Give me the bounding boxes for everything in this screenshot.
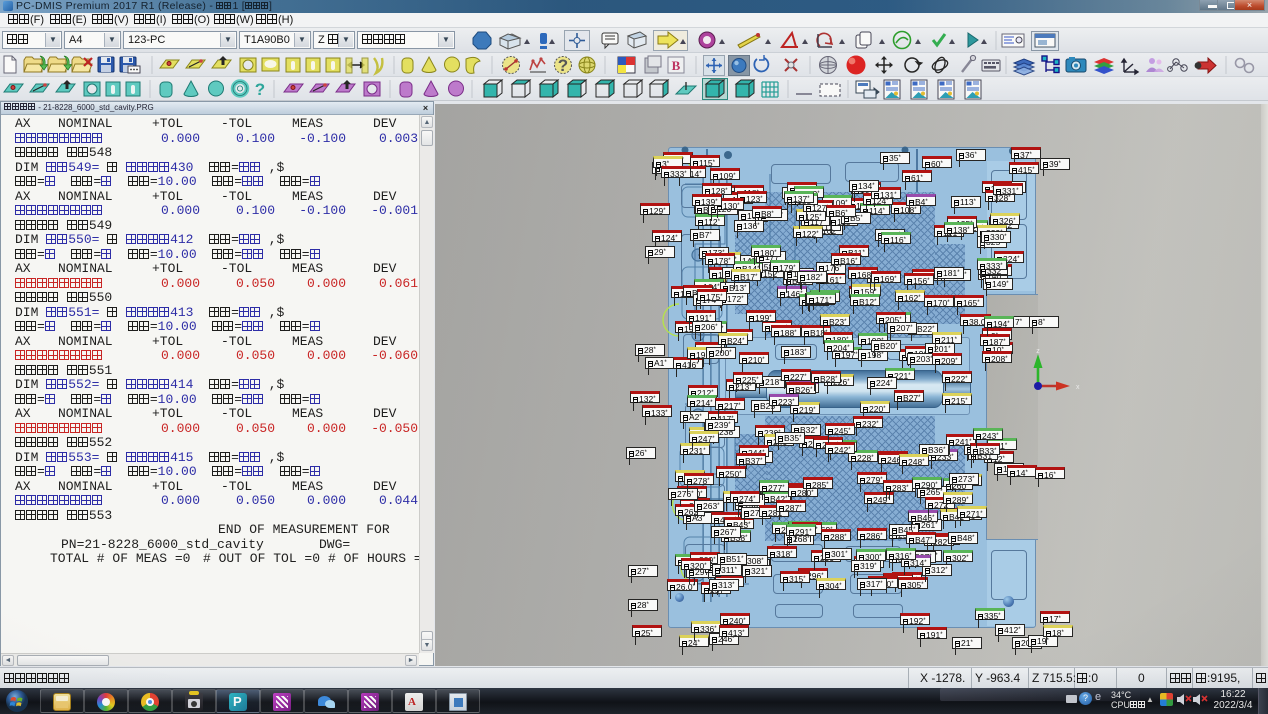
- svg-text:?: ?: [255, 80, 265, 99]
- svg-text:x: x: [1076, 384, 1080, 391]
- svg-text:z: z: [1036, 348, 1040, 355]
- svg-text:?: ?: [558, 56, 568, 75]
- svg-text:B: B: [672, 58, 681, 73]
